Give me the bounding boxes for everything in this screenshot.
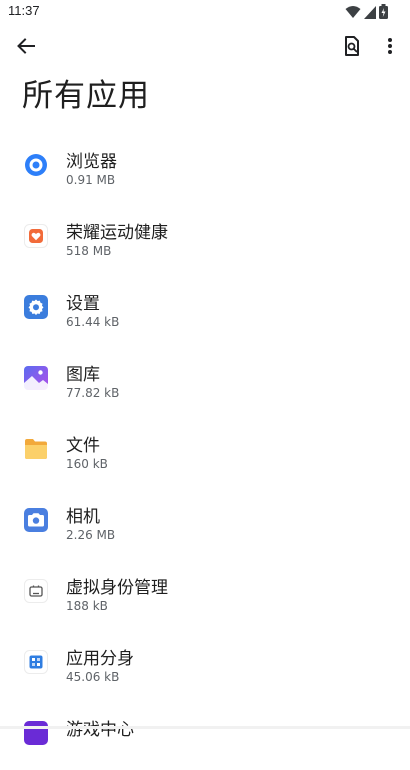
wifi-icon <box>345 4 361 23</box>
app-name: 图库 <box>66 365 100 385</box>
app-item-game-center[interactable]: 游戏中心 <box>0 699 410 770</box>
app-name: 应用分身 <box>66 649 134 669</box>
app-item-honor-health[interactable]: 荣耀运动健康 518 MB <box>0 202 410 273</box>
app-item-camera[interactable]: 相机 2.26 MB <box>0 486 410 557</box>
status-bar: 11:37 <box>0 0 410 24</box>
status-time: 11:37 <box>8 3 40 18</box>
app-size: 518 MB <box>66 244 112 258</box>
toolbar <box>0 24 410 72</box>
search-button[interactable] <box>338 34 366 62</box>
app-list: 浏览器 0.91 MB 荣耀运动健康 518 MB 设置 61.44 kB 图库… <box>0 131 410 770</box>
health-icon <box>24 224 48 248</box>
app-size: 45.06 kB <box>66 670 120 684</box>
battery-icon <box>379 4 388 23</box>
camera-icon <box>24 508 48 532</box>
page-title: 所有应用 <box>22 78 150 114</box>
status-icons <box>345 4 388 23</box>
app-name: 荣耀运动健康 <box>66 223 168 243</box>
app-name: 文件 <box>66 436 100 456</box>
folder-icon <box>24 437 48 461</box>
app-clone-icon <box>24 650 48 674</box>
back-button[interactable] <box>12 34 40 62</box>
app-name: 虚拟身份管理 <box>66 578 168 598</box>
app-item-settings[interactable]: 设置 61.44 kB <box>0 273 410 344</box>
app-size: 0.91 MB <box>66 173 116 187</box>
app-size: 2.26 MB <box>66 528 116 542</box>
signal-icon <box>364 4 376 23</box>
app-size: 77.82 kB <box>66 386 120 400</box>
app-item-gallery[interactable]: 图库 77.82 kB <box>0 344 410 415</box>
search-document-icon <box>344 36 360 60</box>
more-vertical-icon <box>387 37 393 59</box>
app-size: 160 kB <box>66 457 108 471</box>
app-item-files[interactable]: 文件 160 kB <box>0 415 410 486</box>
gallery-icon <box>24 366 48 390</box>
app-name: 相机 <box>66 507 100 527</box>
settings-icon <box>24 295 48 319</box>
app-name: 浏览器 <box>66 152 117 172</box>
app-item-virtual-identity[interactable]: 虚拟身份管理 188 kB <box>0 557 410 628</box>
game-center-icon <box>24 721 48 745</box>
app-item-app-clone[interactable]: 应用分身 45.06 kB <box>0 628 410 699</box>
app-size: 188 kB <box>66 599 108 613</box>
browser-icon <box>24 153 48 177</box>
app-name: 设置 <box>66 294 100 314</box>
app-item-browser[interactable]: 浏览器 0.91 MB <box>0 131 410 202</box>
virtual-identity-icon <box>24 579 48 603</box>
more-options-button[interactable] <box>378 34 402 62</box>
arrow-left-icon <box>17 38 35 58</box>
app-size: 61.44 kB <box>66 315 120 329</box>
